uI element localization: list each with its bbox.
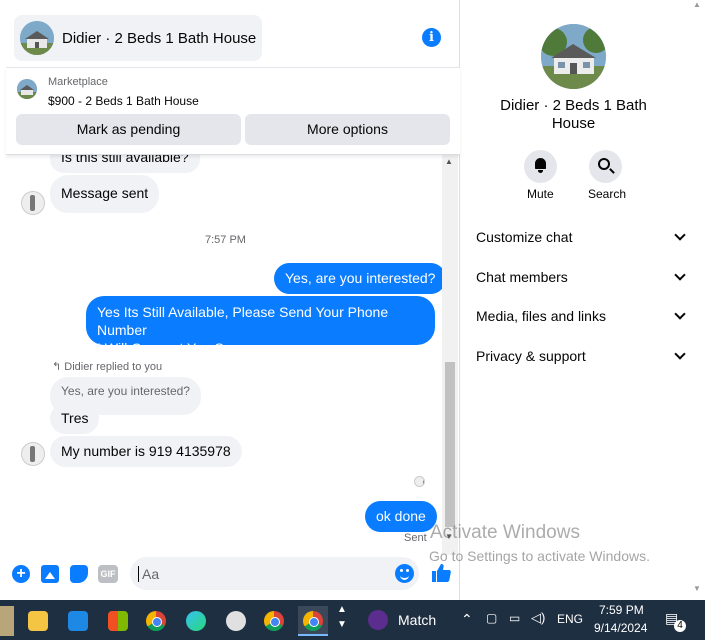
clock-time[interactable]: 7:59 PM xyxy=(599,603,644,617)
composer-bar: + GIF Aa xyxy=(0,552,460,596)
activate-windows-title: Activate Windows xyxy=(430,522,580,543)
scroll-up-arrow-icon[interactable]: ▲ xyxy=(445,157,453,166)
chevron-down-icon xyxy=(674,269,686,281)
menu-media-files-links[interactable]: Media, files and links xyxy=(476,308,686,328)
volume-icon[interactable]: ◁) xyxy=(531,610,545,626)
message-scrollbar[interactable]: ▲ ▼ xyxy=(442,155,458,555)
chat-header[interactable]: Didier · 2 Beds 1 Bath House xyxy=(14,15,262,61)
bell-icon xyxy=(535,158,546,173)
message-bubble-outgoing[interactable]: Yes, are you interested? xyxy=(274,263,442,294)
premier-league-icon[interactable] xyxy=(368,610,388,630)
notification-count: 4 xyxy=(674,620,686,632)
message-line: I Will Connect You Soon xyxy=(97,340,248,356)
chevron-up-icon[interactable]: ⌃ xyxy=(461,611,473,628)
taskbar-store[interactable] xyxy=(103,606,133,636)
chrome-icon xyxy=(264,611,284,631)
taskbar-mail[interactable] xyxy=(63,606,93,636)
mute-button[interactable] xyxy=(524,150,557,183)
conversation-name: Didier · 2 Beds 1 Bath House xyxy=(500,97,647,132)
chat-title: Didier · 2 Beds 1 Bath House xyxy=(62,29,257,47)
menu-label: Privacy & support xyxy=(476,348,586,364)
windows-taskbar: ▲ ▼ Match ⌃ ▢ ▭ ◁) ENG 7:59 PM 9/14/2024 … xyxy=(0,600,705,640)
search-label: Search xyxy=(588,187,627,201)
message-bubble-incoming[interactable]: Message sent xyxy=(50,175,160,213)
listing-thumbnail xyxy=(17,79,37,99)
more-options-button[interactable]: More options xyxy=(245,114,450,145)
messenger-window: Didier · 2 Beds 1 Bath House i Marketpla… xyxy=(0,0,705,640)
text-cursor xyxy=(138,566,139,582)
store-icon xyxy=(108,611,128,631)
taskbar-chrome-profile[interactable] xyxy=(259,606,289,636)
search-icon xyxy=(598,158,610,170)
info-scrollbar[interactable]: ▲ ▼ xyxy=(689,0,705,600)
widget-label[interactable]: Match xyxy=(398,612,436,628)
network-icon[interactable]: ▭ xyxy=(509,611,520,625)
plus-icon[interactable]: + xyxy=(12,565,30,583)
contact-avatar[interactable] xyxy=(21,442,45,466)
menu-label: Media, files and links xyxy=(476,308,606,324)
chevron-down-icon xyxy=(674,308,686,320)
clock-date[interactable]: 9/14/2024 xyxy=(594,621,647,635)
taskbar-scroll-arrows[interactable]: ▲ ▼ xyxy=(337,602,347,632)
conversation-info-panel: Didier · 2 Beds 1 Bath House Mute Search… xyxy=(461,0,705,600)
message-bubble-incoming[interactable]: Tres xyxy=(50,403,100,434)
language-indicator[interactable]: ENG xyxy=(557,612,583,626)
scroll-thumb[interactable] xyxy=(445,362,455,527)
reply-label: Didier replied to you xyxy=(64,361,163,373)
edge-icon xyxy=(186,611,206,631)
contact-avatar[interactable] xyxy=(21,191,45,215)
listing-title[interactable]: $900 - 2 Beds 1 Bath House xyxy=(48,94,199,108)
taskbar-app[interactable] xyxy=(221,606,251,636)
taskbar-edge[interactable] xyxy=(181,606,211,636)
menu-chat-members[interactable]: Chat members xyxy=(476,269,686,289)
scroll-up-arrow-icon[interactable]: ▲ xyxy=(693,0,701,9)
menu-customize-chat[interactable]: Customize chat xyxy=(476,229,686,249)
scroll-down-arrow-icon[interactable]: ▼ xyxy=(693,584,701,593)
mute-label: Mute xyxy=(527,187,554,201)
taskbar-chrome[interactable] xyxy=(141,606,171,636)
conversation-avatar xyxy=(541,24,606,89)
menu-privacy-support[interactable]: Privacy & support xyxy=(476,348,686,368)
message-list: Is this still available? Message sent 7:… xyxy=(6,150,442,550)
activate-windows-subtitle: Go to Settings to activate Windows. xyxy=(429,548,650,564)
image-icon[interactable] xyxy=(41,565,59,583)
menu-label: Chat members xyxy=(476,269,568,285)
sent-status: Sent xyxy=(404,532,427,544)
sticker-icon[interactable] xyxy=(70,565,88,583)
app-icon xyxy=(226,611,246,631)
chrome-icon xyxy=(303,611,323,631)
mail-icon xyxy=(68,611,88,631)
message-timestamp: 7:57 PM xyxy=(205,234,246,246)
message-bubble-outgoing[interactable]: Yes Its Still Available, Please Send You… xyxy=(86,296,435,356)
chevron-down-icon xyxy=(674,348,686,360)
folder-icon xyxy=(28,611,48,631)
message-bubble-incoming[interactable]: My number is 919 4135978 xyxy=(50,436,242,467)
info-icon[interactable]: i xyxy=(422,28,441,47)
house-thumbnail xyxy=(20,21,54,55)
search-button[interactable] xyxy=(589,150,622,183)
seen-avatar xyxy=(414,476,425,487)
marketplace-label: Marketplace xyxy=(48,76,108,88)
pinned-app-icon[interactable] xyxy=(0,606,14,636)
chat-pane: Didier · 2 Beds 1 Bath House i Marketpla… xyxy=(0,0,460,600)
thumbs-up-icon[interactable] xyxy=(430,562,452,584)
mark-as-pending-button[interactable]: Mark as pending xyxy=(16,114,241,145)
message-input-placeholder: Aa xyxy=(142,566,160,582)
gif-icon[interactable]: GIF xyxy=(98,565,118,583)
taskbar-chrome-active[interactable] xyxy=(298,606,328,636)
menu-label: Customize chat xyxy=(476,229,573,245)
chrome-icon xyxy=(146,611,166,631)
taskbar-file-explorer[interactable] xyxy=(23,606,53,636)
chevron-down-icon xyxy=(674,229,686,241)
message-bubble-outgoing[interactable]: ok done xyxy=(365,501,437,532)
message-line: Yes Its Still Available, Please Send You… xyxy=(97,304,389,338)
reply-arrow-icon: ↰ xyxy=(52,361,65,373)
marketplace-listing-card: Marketplace $900 - 2 Beds 1 Bath House M… xyxy=(6,67,460,155)
reply-indicator: ↰ Didier replied to you xyxy=(52,360,162,373)
tray-icon[interactable]: ▢ xyxy=(486,611,497,625)
emoji-icon[interactable] xyxy=(395,564,414,583)
message-input[interactable]: Aa xyxy=(130,557,419,590)
